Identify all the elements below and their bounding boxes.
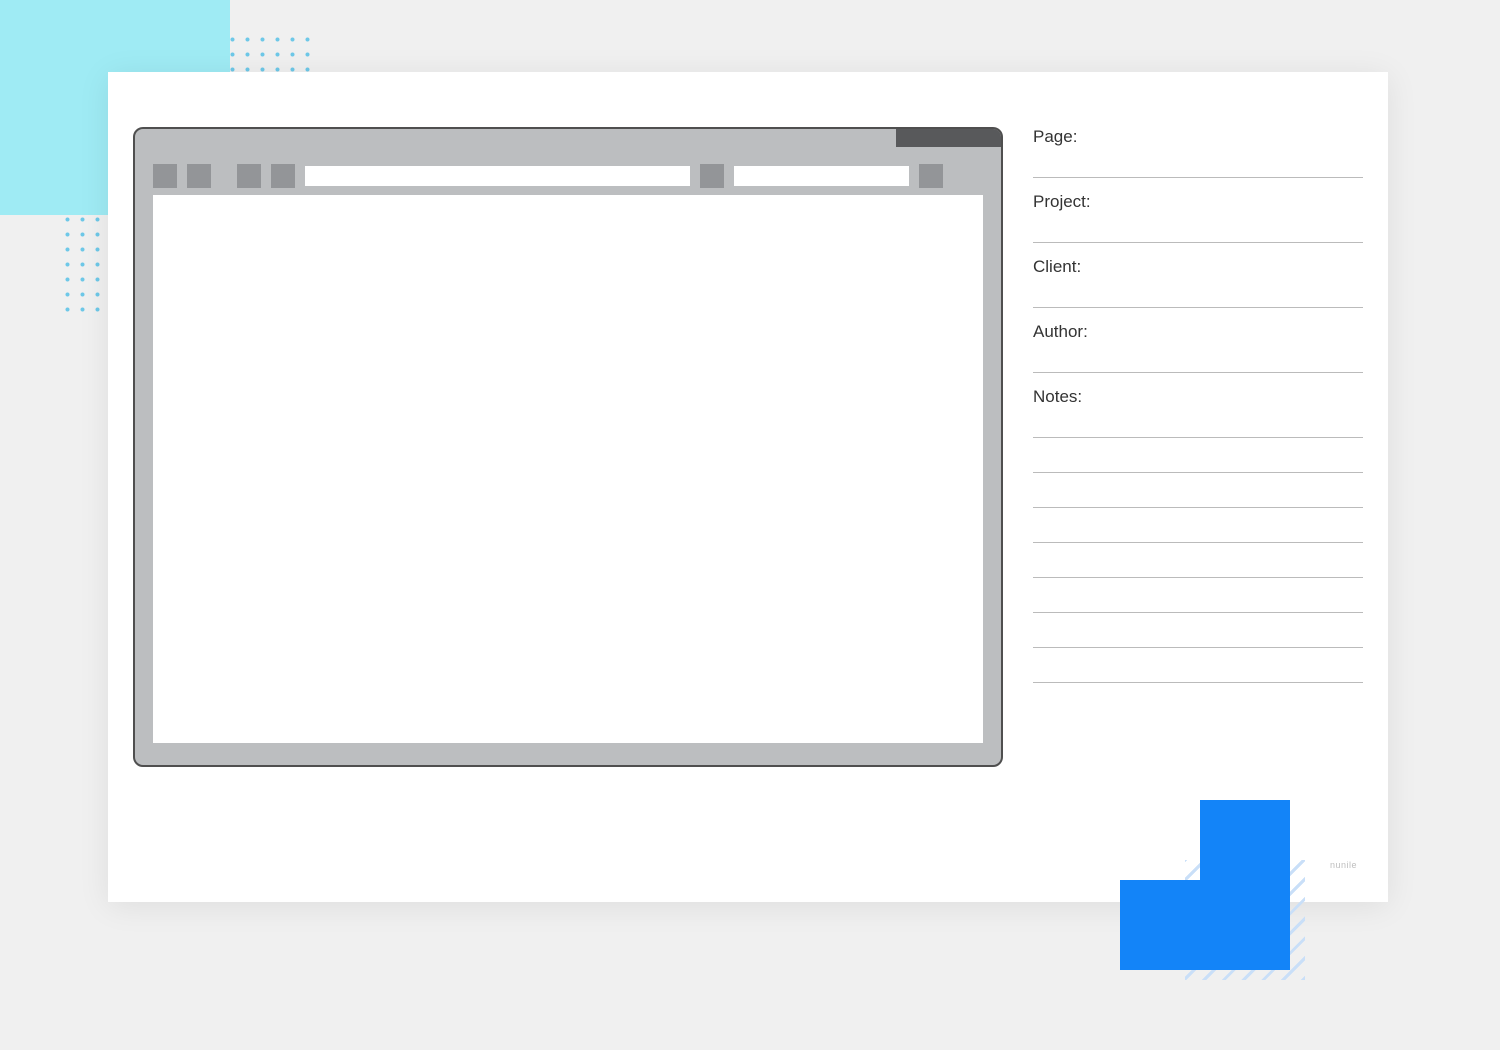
nav-back-button[interactable] — [153, 164, 177, 188]
browser-tab[interactable] — [896, 129, 1001, 147]
author-input-line[interactable] — [1033, 372, 1363, 373]
client-field: Client: — [1033, 257, 1363, 308]
notes-line[interactable] — [1033, 542, 1363, 543]
notes-line[interactable] — [1033, 682, 1363, 683]
nav-forward-button[interactable] — [187, 164, 211, 188]
client-input-line[interactable] — [1033, 307, 1363, 308]
meta-panel: Page: Project: Client: Author: Notes: nu… — [1033, 127, 1363, 862]
address-bar[interactable] — [305, 166, 690, 186]
author-label: Author: — [1033, 322, 1363, 342]
nav-menu-button[interactable] — [919, 164, 943, 188]
author-field: Author: — [1033, 322, 1363, 373]
project-label: Project: — [1033, 192, 1363, 212]
project-input-line[interactable] — [1033, 242, 1363, 243]
template-card: Page: Project: Client: Author: Notes: nu… — [108, 72, 1388, 902]
browser-toolbar — [135, 157, 1001, 195]
page-label: Page: — [1033, 127, 1363, 147]
nav-bookmark-button[interactable] — [700, 164, 724, 188]
page-input-line[interactable] — [1033, 177, 1363, 178]
page-field: Page: — [1033, 127, 1363, 178]
notes-line[interactable] — [1033, 472, 1363, 473]
browser-wireframe — [133, 127, 1003, 767]
client-label: Client: — [1033, 257, 1363, 277]
nav-home-button[interactable] — [271, 164, 295, 188]
notes-line[interactable] — [1033, 507, 1363, 508]
notes-line[interactable] — [1033, 437, 1363, 438]
blue-corner-decoration-inner — [1120, 880, 1290, 970]
watermark-text: nunile — [1330, 860, 1357, 870]
notes-line[interactable] — [1033, 647, 1363, 648]
browser-tab-bar — [135, 129, 1001, 157]
browser-viewport[interactable] — [153, 195, 983, 743]
search-bar[interactable] — [734, 166, 909, 186]
notes-label: Notes: — [1033, 387, 1363, 407]
nav-reload-button[interactable] — [237, 164, 261, 188]
notes-line[interactable] — [1033, 612, 1363, 613]
notes-line[interactable] — [1033, 577, 1363, 578]
notes-field: Notes: — [1033, 387, 1363, 683]
project-field: Project: — [1033, 192, 1363, 243]
